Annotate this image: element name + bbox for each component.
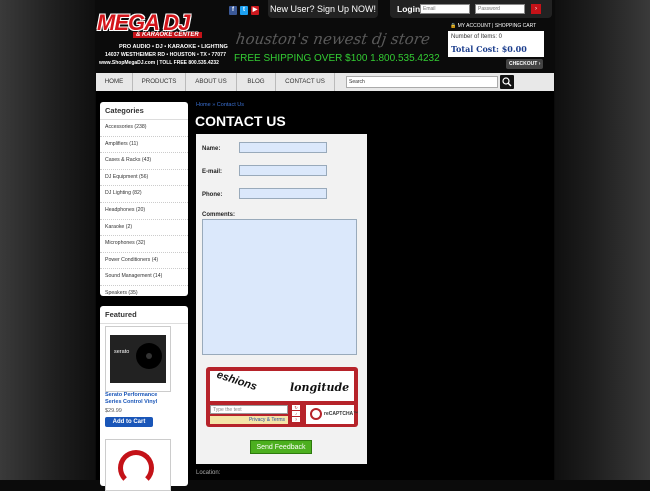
- twitter-icon[interactable]: t: [240, 6, 248, 15]
- headphones-icon: [118, 450, 154, 486]
- categories-panel: Categories Accessories (238) Amplifiers …: [100, 102, 188, 296]
- nav-home[interactable]: HOME: [96, 73, 133, 91]
- product-image-serato[interactable]: serato: [105, 326, 171, 392]
- search-icon: [502, 77, 512, 87]
- send-feedback-button[interactable]: Send Feedback: [250, 440, 312, 454]
- recaptcha-brand: reCAPTCHA™: [324, 411, 359, 417]
- category-item[interactable]: DJ Lighting (82): [100, 186, 188, 203]
- name-field[interactable]: [239, 142, 327, 153]
- add-to-cart-button[interactable]: Add to Cart: [105, 417, 153, 427]
- category-item[interactable]: Speakers (35): [100, 286, 188, 302]
- lock-icon: 🔒: [450, 23, 457, 29]
- main-nav: HOME PRODUCTS ABOUT US BLOG CONTACT US S…: [96, 73, 554, 92]
- login-bar: Login ›: [390, 0, 552, 18]
- captcha-word-1: eshions: [215, 368, 259, 394]
- category-item[interactable]: Headphones (20): [100, 203, 188, 220]
- account-cart-links[interactable]: MY ACCOUNT | SHOPPING CART: [458, 23, 537, 29]
- youtube-icon[interactable]: ▶: [251, 6, 259, 15]
- nav-contact-us[interactable]: CONTACT US: [276, 73, 335, 91]
- location-label: Location:: [196, 470, 221, 476]
- breadcrumb-home[interactable]: Home: [196, 102, 211, 108]
- phone-label: Phone:: [202, 192, 223, 198]
- category-item[interactable]: Microphones (32): [100, 236, 188, 253]
- product-image-headphones[interactable]: [105, 439, 171, 491]
- phone-field[interactable]: [239, 188, 327, 199]
- site-logo[interactable]: MEGA DJ & KARAOKE CENTER PRO AUDIO • DJ …: [97, 10, 232, 68]
- cart-items: Number of Items: 0: [451, 34, 503, 40]
- captcha-input[interactable]: Type the text: [210, 405, 288, 414]
- nav-blog[interactable]: BLOG: [237, 73, 276, 91]
- logo-line-contact: www.ShopMegaDJ.com | TOLL FREE 800.535.4…: [99, 60, 219, 66]
- cart-summary: Number of Items: 0 Total Cost: $0.00: [448, 31, 544, 57]
- serato-logo: serato: [114, 349, 130, 355]
- category-item[interactable]: Power Conditioners (4): [100, 253, 188, 270]
- nav-products[interactable]: PRODUCTS: [133, 73, 186, 91]
- shipping-banner: FREE SHIPPING OVER $100 1.800.535.4232: [234, 53, 440, 64]
- logo-line-services: PRO AUDIO • DJ • KARAOKE • LIGHTING: [119, 44, 228, 50]
- product-price: $29.99: [105, 408, 122, 414]
- category-item[interactable]: Sound Management (14): [100, 269, 188, 286]
- captcha-privacy-link[interactable]: Privacy & Terms: [210, 416, 288, 424]
- page-title: CONTACT US: [195, 113, 286, 129]
- categories-title: Categories: [100, 102, 188, 120]
- breadcrumb-current[interactable]: Contact Us: [217, 102, 244, 108]
- search-button[interactable]: [500, 75, 514, 89]
- captcha-image: eshions longitude: [210, 368, 354, 401]
- account-links[interactable]: 🔒 MY ACCOUNT | SHOPPING CART: [450, 23, 536, 29]
- email-field[interactable]: [420, 4, 470, 14]
- nav-about-us[interactable]: ABOUT US: [186, 73, 237, 91]
- vinyl-disc-icon: [136, 343, 162, 369]
- breadcrumb: Home » Contact Us: [196, 102, 244, 108]
- category-item[interactable]: DJ Equipment (56): [100, 170, 188, 187]
- facebook-icon[interactable]: f: [229, 6, 237, 15]
- signup-button[interactable]: New User? Sign Up NOW!: [268, 0, 378, 18]
- category-item[interactable]: Cases & Racks (43): [100, 153, 188, 170]
- help-icon[interactable]: ?: [292, 417, 300, 422]
- recaptcha-icon: [310, 408, 322, 420]
- search-input[interactable]: Search: [346, 76, 498, 88]
- comments-textarea[interactable]: [202, 219, 357, 355]
- featured-panel: Featured serato Serato Performance Serie…: [100, 306, 188, 491]
- cart-total: Total Cost: $0.00: [451, 44, 527, 54]
- category-item[interactable]: Karaoke (2): [100, 220, 188, 237]
- background-right: [555, 0, 650, 480]
- captcha-word-2: longitude: [290, 381, 350, 394]
- logo-subtitle: & KARAOKE CENTER: [133, 32, 202, 38]
- audio-icon[interactable]: ♪: [292, 411, 300, 416]
- checkout-button[interactable]: CHECKOUT ›: [506, 59, 544, 69]
- recaptcha-logo: reCAPTCHA™: [306, 405, 358, 424]
- refresh-icon[interactable]: ↻: [292, 405, 300, 410]
- recaptcha-widget: eshions longitude Type the text Privacy …: [206, 367, 358, 427]
- captcha-controls: ↻ ♪ ?: [292, 405, 302, 424]
- name-label: Name:: [202, 146, 221, 152]
- category-item[interactable]: Accessories (238): [100, 120, 188, 137]
- login-label: Login: [397, 4, 421, 14]
- logo-line-address: 14037 WESTHEIMER RD • HOUSTON • TX • 770…: [105, 52, 226, 58]
- featured-title: Featured: [100, 306, 188, 324]
- background-left: [0, 0, 95, 480]
- email-field[interactable]: [239, 165, 327, 176]
- contact-form: Name: E-mail: Phone: Comments: eshions l…: [196, 134, 367, 464]
- login-go-button[interactable]: ›: [531, 4, 541, 14]
- password-field[interactable]: [475, 4, 525, 14]
- social-links: f t ▶: [229, 6, 259, 15]
- category-item[interactable]: Amplifiers (11): [100, 137, 188, 154]
- email-label: E-mail:: [202, 169, 223, 175]
- product-title[interactable]: Serato Performance Series Control Vinyl: [105, 392, 175, 406]
- comments-label: Comments:: [202, 212, 236, 218]
- tagline: houston's newest dj store: [234, 30, 432, 48]
